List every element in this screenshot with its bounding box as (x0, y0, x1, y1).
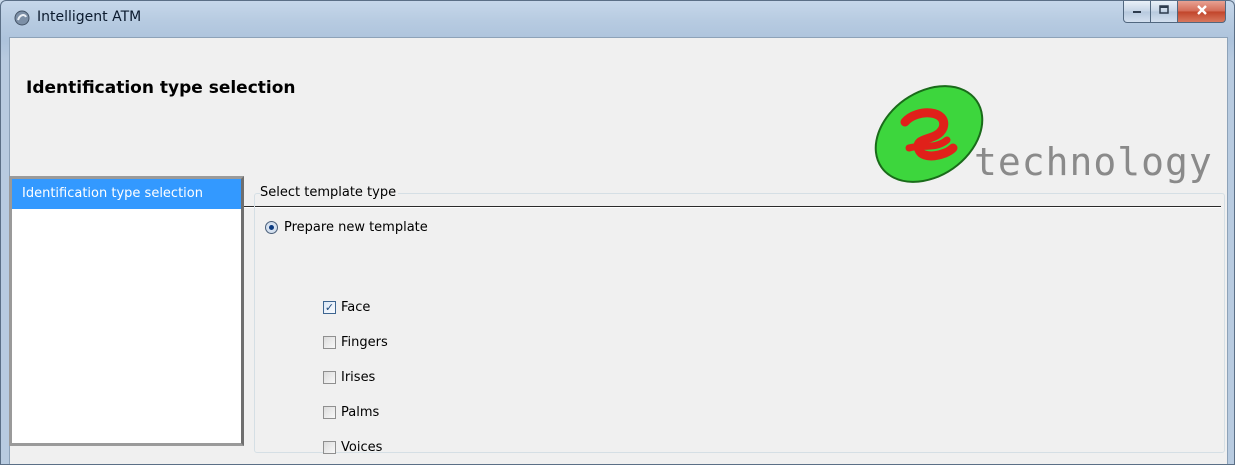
minimize-button[interactable] (1123, 1, 1151, 23)
checkbox-icon (323, 336, 336, 349)
close-icon (1195, 4, 1209, 20)
app-icon (13, 9, 31, 27)
face-checkbox[interactable]: ✓ Face (323, 300, 370, 315)
checkbox-checked-icon: ✓ (323, 301, 336, 314)
checkbox-label: Fingers (341, 335, 388, 350)
radio-button-icon (265, 221, 278, 234)
logo-text: technology (974, 140, 1213, 184)
wizard-steps-panel: Identification type selection (9, 176, 244, 446)
palms-checkbox[interactable]: Palms (323, 405, 379, 420)
page-title: Identification type selection (26, 78, 296, 98)
prepare-new-template-radio[interactable]: Prepare new template (265, 220, 428, 235)
checkbox-label: Voices (341, 440, 383, 455)
checkbox-label: Face (341, 300, 371, 315)
voices-checkbox[interactable]: Voices (323, 440, 382, 455)
main-window: Intelligent ATM Identification type sele… (0, 0, 1235, 465)
checkbox-label: Irises (341, 370, 376, 385)
sidebar-item-identification-type-selection[interactable]: Identification type selection (12, 179, 241, 209)
checkbox-label: Palms (341, 405, 380, 420)
checkbox-icon (323, 371, 336, 384)
radio-label: Prepare new template (284, 220, 428, 235)
checkbox-icon (323, 441, 336, 454)
close-button[interactable] (1178, 1, 1226, 23)
title-bar[interactable]: Intelligent ATM (1, 1, 1234, 39)
minimize-icon (1131, 4, 1143, 19)
fingers-checkbox[interactable]: Fingers (323, 335, 388, 350)
irises-checkbox[interactable]: Irises (323, 370, 375, 385)
window-title: Intelligent ATM (37, 9, 142, 25)
maximize-icon (1158, 4, 1170, 19)
group-label: Select template type (260, 185, 399, 200)
window-controls (1123, 1, 1226, 23)
maximize-button[interactable] (1151, 1, 1178, 23)
checkbox-icon (323, 406, 336, 419)
technology-logo: technology (857, 78, 1217, 198)
